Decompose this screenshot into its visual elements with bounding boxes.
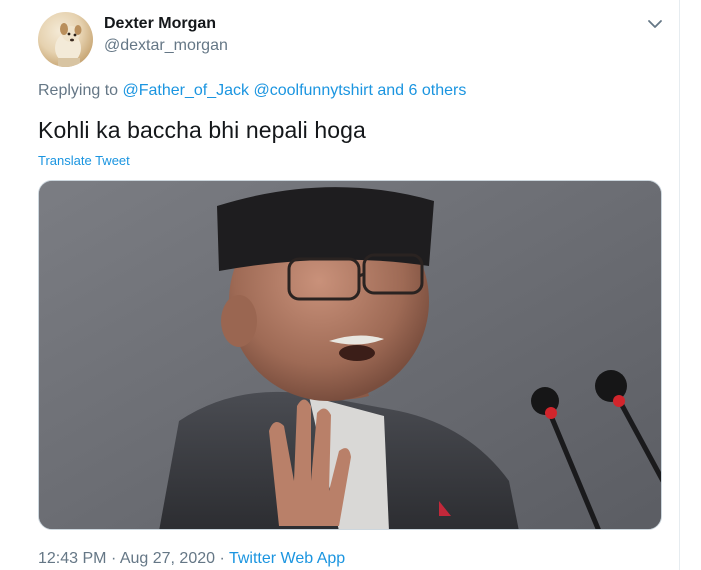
meta-separator: ·	[219, 550, 225, 567]
tweet-photo[interactable]	[38, 180, 662, 530]
others-link[interactable]: 6 others	[409, 82, 467, 99]
display-name[interactable]: Dexter Morgan	[104, 15, 216, 33]
mention-coolfunnytshirt[interactable]: @coolfunnytshirt	[253, 82, 372, 99]
tweet-time[interactable]: 12:43 PM	[38, 550, 106, 567]
avatar[interactable]	[38, 12, 93, 67]
dog-avatar-icon	[55, 23, 82, 67]
column-border	[679, 0, 680, 570]
tweet-text: Kohli ka baccha bhi nepali hoga	[38, 117, 366, 143]
meta-separator: ·	[110, 550, 117, 567]
tweet-date[interactable]: Aug 27, 2020	[120, 550, 215, 567]
translate-tweet-link[interactable]: Translate Tweet	[38, 153, 130, 168]
tweet-meta: 12:43 PM · Aug 27, 2020 · Twitter Web Ap…	[38, 550, 345, 568]
tweet-source-link[interactable]: Twitter Web App	[229, 550, 345, 567]
mention-father-of-jack[interactable]: @Father_of_Jack	[123, 82, 250, 99]
man-at-microphones-photo-icon	[39, 181, 661, 529]
replying-to-line: Replying to @Father_of_Jack @coolfunnyts…	[38, 82, 466, 100]
user-handle[interactable]: @dextar_morgan	[104, 37, 228, 55]
and-word[interactable]: and	[377, 82, 404, 99]
replying-to-label: Replying to	[38, 82, 119, 99]
chevron-down-icon[interactable]	[645, 14, 665, 34]
